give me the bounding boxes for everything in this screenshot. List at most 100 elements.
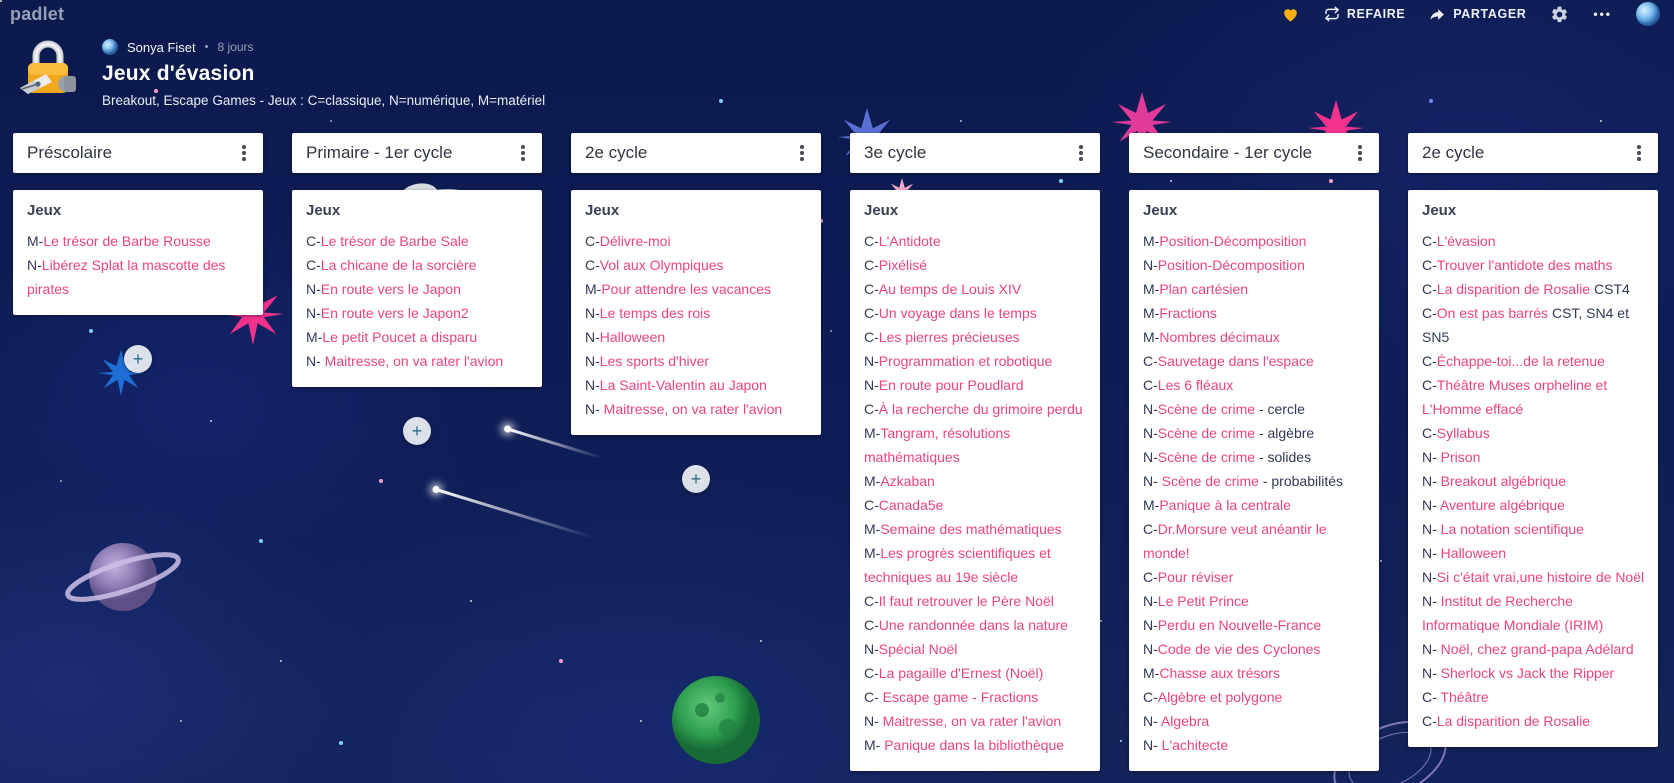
game-link[interactable]: C-À la recherche du grimoire perdu bbox=[864, 397, 1087, 421]
game-link[interactable]: M-Panique à la centrale bbox=[1143, 493, 1366, 517]
game-link[interactable]: N- L'achitecte bbox=[1143, 733, 1366, 757]
game-link-text: Théâtre bbox=[1440, 689, 1489, 705]
game-link[interactable]: C-L'Antidote bbox=[864, 229, 1087, 253]
game-link[interactable]: N-Spécial Noël bbox=[864, 637, 1087, 661]
game-link[interactable]: M-Le petit Poucet a disparu bbox=[306, 325, 529, 349]
game-link[interactable]: N-Programmation et robotique bbox=[864, 349, 1087, 373]
game-link[interactable]: M-Tangram, résolutions mathématiques bbox=[864, 421, 1087, 469]
game-link[interactable]: C-Les 6 fléaux bbox=[1143, 373, 1366, 397]
add-post-button[interactable]: + bbox=[682, 465, 710, 493]
game-link[interactable]: C-On est pas barrés CST, SN4 et SN5 bbox=[1422, 301, 1645, 349]
game-link[interactable]: N-En route vers le Japon2 bbox=[306, 301, 529, 325]
game-link[interactable]: N-Libérez Splat la mascotte des pirates bbox=[27, 253, 250, 301]
game-link[interactable]: C-Pour réviser bbox=[1143, 565, 1366, 589]
game-link[interactable]: N-La Saint-Valentin au Japon bbox=[585, 373, 808, 397]
column-menu-button[interactable] bbox=[512, 140, 534, 166]
game-link[interactable]: C-Pixélisé bbox=[864, 253, 1087, 277]
game-link[interactable]: C-Théâtre Muses orpheline et L'Homme eff… bbox=[1422, 373, 1645, 421]
game-link[interactable]: C- Théâtre bbox=[1422, 685, 1645, 709]
posts-card[interactable]: Jeux C-L'évasion C-Trouver l'antidote des … bbox=[1408, 190, 1658, 747]
game-link[interactable]: N-Scène de crime - cercle bbox=[1143, 397, 1366, 421]
game-link[interactable]: C- Escape game - Fractions bbox=[864, 685, 1087, 709]
user-avatar[interactable] bbox=[1636, 2, 1660, 26]
game-link[interactable]: C-Au temps de Louis XIV bbox=[864, 277, 1087, 301]
game-link[interactable]: N- Prison bbox=[1422, 445, 1645, 469]
game-link[interactable]: M- Panique dans la bibliothèque bbox=[864, 733, 1087, 757]
game-link[interactable]: N- Breakout algébrique bbox=[1422, 469, 1645, 493]
game-link[interactable]: N- La notation scientifique bbox=[1422, 517, 1645, 541]
game-link[interactable]: N-Les sports d'hiver bbox=[585, 349, 808, 373]
game-link[interactable]: N-Scène de crime - algèbre bbox=[1143, 421, 1366, 445]
game-link[interactable]: C-La chicane de la sorcière bbox=[306, 253, 529, 277]
game-link[interactable]: M-Plan cartésien bbox=[1143, 277, 1366, 301]
game-link[interactable]: N- Noël, chez grand-papa Adélard bbox=[1422, 637, 1645, 661]
game-link[interactable]: C-Le trésor de Barbe Sale bbox=[306, 229, 529, 253]
game-link[interactable]: C-La disparition de Rosalie CST4 bbox=[1422, 277, 1645, 301]
column-menu-button[interactable] bbox=[1349, 140, 1371, 166]
game-link[interactable]: N-Code de vie des Cyclones bbox=[1143, 637, 1366, 661]
game-link[interactable]: N-Halloween bbox=[585, 325, 808, 349]
add-post-button[interactable]: + bbox=[124, 345, 152, 373]
remake-button[interactable]: REFAIRE bbox=[1324, 6, 1405, 22]
game-link[interactable]: C-Canada5e bbox=[864, 493, 1087, 517]
game-link[interactable]: N- Maitresse, on va rater l'avion bbox=[864, 709, 1087, 733]
game-link[interactable]: N- Algebra bbox=[1143, 709, 1366, 733]
game-link[interactable]: N-Le temps des rois bbox=[585, 301, 808, 325]
game-link[interactable]: N- Maitresse, on va rater l'avion bbox=[306, 349, 529, 373]
game-link[interactable]: N-Scène de crime - solides bbox=[1143, 445, 1366, 469]
game-link[interactable]: C-Sauvetage dans l'espace bbox=[1143, 349, 1366, 373]
game-link[interactable]: N-En route vers le Japon bbox=[306, 277, 529, 301]
game-link[interactable]: N-Le Petit Prince bbox=[1143, 589, 1366, 613]
game-link[interactable]: C-Délivre-moi bbox=[585, 229, 808, 253]
game-link[interactable]: N-Si c'était vrai,une histoire de Noël bbox=[1422, 565, 1645, 589]
posts-card[interactable]: Jeux C-L'Antidote C-Pixélisé C-Au temps de … bbox=[850, 190, 1100, 771]
game-link[interactable]: C-La pagaille d'Ernest (Noël) bbox=[864, 661, 1087, 685]
like-button[interactable] bbox=[1281, 5, 1300, 24]
game-link[interactable]: N- Institut de Recherche Informatique Mo… bbox=[1422, 589, 1645, 637]
posts-card[interactable]: Jeux C-Délivre-moi C-Vol aux Olympiques M-P… bbox=[571, 190, 821, 435]
column-menu-button[interactable] bbox=[791, 140, 813, 166]
game-link[interactable]: C-Syllabus bbox=[1422, 421, 1645, 445]
game-link[interactable]: N-Perdu en Nouvelle-France bbox=[1143, 613, 1366, 637]
game-link[interactable]: N- Scène de crime - probabilités bbox=[1143, 469, 1366, 493]
game-link[interactable]: C-Algèbre et polygone bbox=[1143, 685, 1366, 709]
game-link[interactable]: C-L'évasion bbox=[1422, 229, 1645, 253]
game-link[interactable]: N-Position-Décomposition bbox=[1143, 253, 1366, 277]
game-link[interactable]: M-Position-Décomposition bbox=[1143, 229, 1366, 253]
padlet-logo[interactable]: padlet bbox=[10, 4, 64, 25]
game-link[interactable]: C-Un voyage dans le temps bbox=[864, 301, 1087, 325]
game-link[interactable]: M-Nombres décimaux bbox=[1143, 325, 1366, 349]
column-menu-button[interactable] bbox=[1628, 140, 1650, 166]
share-button[interactable]: PARTAGER bbox=[1429, 6, 1526, 23]
game-link[interactable]: M-Le trésor de Barbe Rousse bbox=[27, 229, 250, 253]
game-link[interactable]: M-Fractions bbox=[1143, 301, 1366, 325]
game-link[interactable]: C-La disparition de Rosalie bbox=[1422, 709, 1645, 733]
column-menu-button[interactable] bbox=[1070, 140, 1092, 166]
author-name[interactable]: Sonya Fiset bbox=[127, 40, 196, 55]
game-link[interactable]: M-Semaine des mathématiques bbox=[864, 517, 1087, 541]
game-link[interactable]: M-Azkaban bbox=[864, 469, 1087, 493]
column-menu-button[interactable] bbox=[233, 140, 255, 166]
game-link[interactable]: C-Dr.Morsure veut anéantir le monde! bbox=[1143, 517, 1366, 565]
game-link[interactable]: M-Les progrès scientifiques et technique… bbox=[864, 541, 1087, 589]
author-avatar[interactable] bbox=[102, 39, 118, 55]
game-link[interactable]: M-Pour attendre les vacances bbox=[585, 277, 808, 301]
game-link[interactable]: N- Maitresse, on va rater l'avion bbox=[585, 397, 808, 421]
add-post-button[interactable]: + bbox=[403, 417, 431, 445]
more-options-button[interactable]: ••• bbox=[1593, 7, 1612, 21]
settings-button[interactable] bbox=[1550, 5, 1569, 24]
game-link[interactable]: C-Trouver l'antidote des maths bbox=[1422, 253, 1645, 277]
posts-card[interactable]: Jeux C-Le trésor de Barbe Sale C-La chican… bbox=[292, 190, 542, 387]
game-link[interactable]: C-Les pierres précieuses bbox=[864, 325, 1087, 349]
game-link[interactable]: C-Échappe-toi...de la retenue bbox=[1422, 349, 1645, 373]
game-link[interactable]: N- Sherlock vs Jack the Ripper bbox=[1422, 661, 1645, 685]
posts-card[interactable]: Jeux M-Position-Décomposition N-Position-D… bbox=[1129, 190, 1379, 771]
game-link[interactable]: N- Halloween bbox=[1422, 541, 1645, 565]
game-link[interactable]: C-Une randonnée dans la nature bbox=[864, 613, 1087, 637]
game-link[interactable]: M-Chasse aux trésors bbox=[1143, 661, 1366, 685]
posts-card[interactable]: Jeux M-Le trésor de Barbe Rousse N-Libérez… bbox=[13, 190, 263, 315]
game-link[interactable]: N- Aventure algébrique bbox=[1422, 493, 1645, 517]
game-link[interactable]: C-Vol aux Olympiques bbox=[585, 253, 808, 277]
game-link[interactable]: C-Il faut retrouver le Père Noël bbox=[864, 589, 1087, 613]
game-link[interactable]: N-En route pour Poudlard bbox=[864, 373, 1087, 397]
